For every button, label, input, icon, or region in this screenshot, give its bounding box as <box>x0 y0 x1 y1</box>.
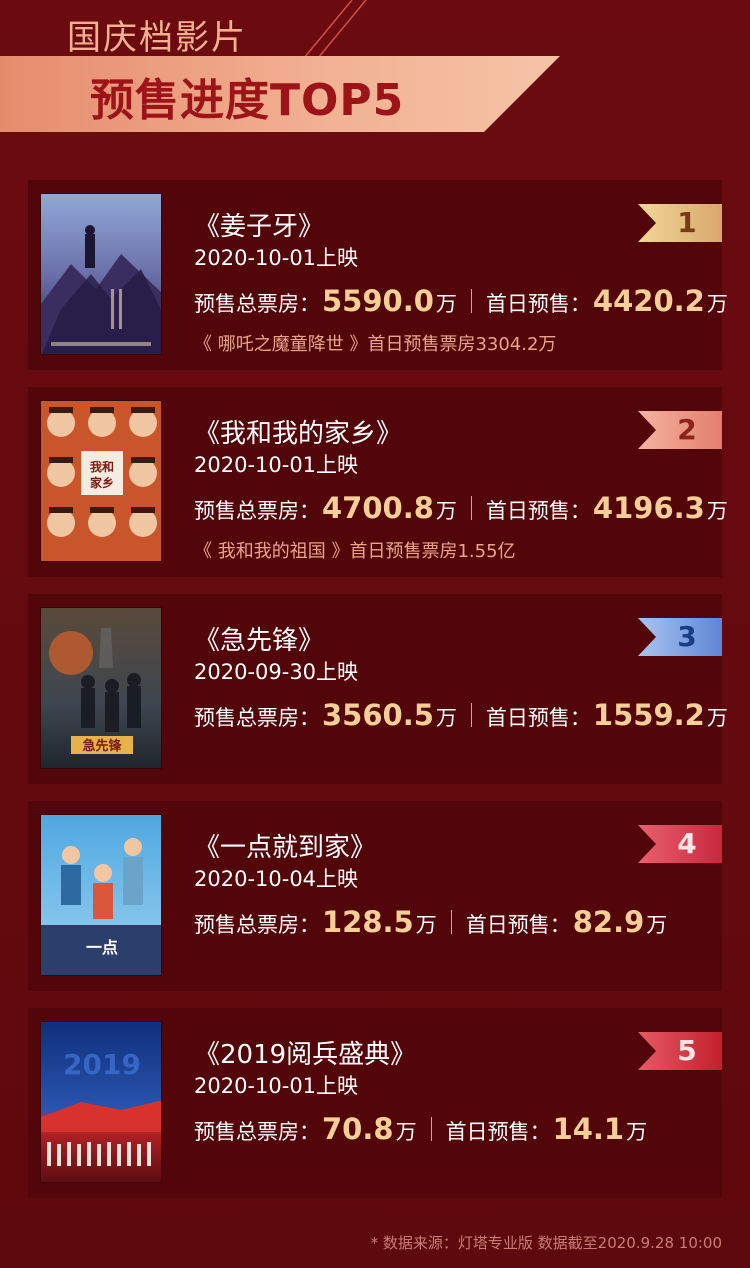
presale-label: 预售总票房 <box>194 706 299 730</box>
movie-title: 《姜子牙》 <box>194 212 325 242</box>
firstday-value: 1559.2 <box>592 698 705 732</box>
movie-poster: 一点 <box>40 814 162 976</box>
presale-unit: 万 <box>435 292 457 316</box>
firstday-label: 首日预售 <box>485 292 570 316</box>
release-date: 2020-10-01上映 <box>194 246 359 270</box>
header: 国庆档影片 <box>0 0 750 58</box>
decor-lines-icon <box>303 0 367 58</box>
presale-value: 5590.0 <box>322 284 434 318</box>
firstday-unit: 万 <box>706 706 728 730</box>
firstday-value: 4420.2 <box>592 284 705 318</box>
presale-stats: 预售总票房： 3560.5 万 首日预售： 1559.2 万 <box>194 698 728 732</box>
rank-badge: 5 <box>638 1032 722 1070</box>
firstday-unit: 万 <box>646 913 668 937</box>
movie-title: 《2019阅兵盛典》 <box>194 1040 417 1070</box>
firstday-label: 首日预售 <box>485 499 570 523</box>
movie-card[interactable]: 一点 《一点就到家》 2020-10-04上映 预售总票房： 128.5 万 首… <box>28 801 722 991</box>
presale-stats: 预售总票房： 70.8 万 首日预售： 14.1 万 <box>194 1112 648 1146</box>
svg-text:我和: 我和 <box>90 459 114 474</box>
presale-value: 70.8 <box>322 1112 394 1146</box>
firstday-label: 首日预售 <box>445 1120 530 1144</box>
movie-card[interactable]: 2019 《2019阅兵盛典》 2020-10-01上映 预售总票房： 70.8… <box>28 1008 722 1198</box>
data-source-footnote: * 数据来源：灯塔专业版 数据截至2020.9.28 10:00 <box>370 1234 722 1252</box>
movie-poster: 2019 <box>40 1021 162 1183</box>
firstday-unit: 万 <box>626 1120 648 1144</box>
movie-title: 《我和我的家乡》 <box>194 419 403 449</box>
presale-value: 128.5 <box>322 905 414 939</box>
movie-poster: 急先锋 <box>40 607 162 769</box>
firstday-value: 14.1 <box>552 1112 625 1146</box>
presale-label: 预售总票房 <box>194 913 299 937</box>
movie-card[interactable]: 我和 家乡 《我和我的家乡》 2020-10-01上映 预售总票房： 4700.… <box>28 387 728 577</box>
release-date: 2020-10-04上映 <box>194 867 359 891</box>
firstday-value: 4196.3 <box>592 491 705 525</box>
stats-divider <box>450 910 452 934</box>
svg-text:2019: 2019 <box>63 1048 141 1081</box>
stats-divider <box>430 1117 432 1141</box>
rank-badge: 3 <box>638 618 722 656</box>
svg-text:一点: 一点 <box>86 938 118 957</box>
presale-stats: 预售总票房： 4700.8 万 首日预售： 4196.3 万 <box>194 491 728 525</box>
release-date: 2020-09-30上映 <box>194 660 359 684</box>
header-tag: 国庆档影片 <box>67 18 247 58</box>
presale-stats: 预售总票房： 128.5 万 首日预售： 82.9 万 <box>194 905 668 939</box>
rank-badge: 1 <box>638 204 722 242</box>
rank-badge: 4 <box>638 825 722 863</box>
firstday-unit: 万 <box>706 499 728 523</box>
movie-card[interactable]: 《姜子牙》 2020-10-01上映 预售总票房： 5590.0 万 首日预售：… <box>28 180 728 370</box>
presale-label: 预售总票房 <box>194 1120 299 1144</box>
release-date: 2020-10-01上映 <box>194 1074 359 1098</box>
presale-unit: 万 <box>435 499 457 523</box>
presale-value: 4700.8 <box>322 491 434 525</box>
page-title: 预售进度TOP5 <box>90 75 405 126</box>
movie-card[interactable]: 急先锋 《急先锋》 2020-09-30上映 预售总票房： 3560.5 万 首… <box>28 594 728 784</box>
presale-unit: 万 <box>435 706 457 730</box>
compare-note: 《 我和我的祖国 》首日预售票房1.55亿 <box>194 541 516 562</box>
presale-value: 3560.5 <box>322 698 434 732</box>
page: 国庆档影片 预售进度TOP5 《姜子牙》 2020-10-01上映 预售总票房 … <box>0 0 750 1268</box>
firstday-label: 首日预售 <box>485 706 570 730</box>
presale-label: 预售总票房 <box>194 499 299 523</box>
presale-stats: 预售总票房： 5590.0 万 首日预售： 4420.2 万 <box>194 284 728 318</box>
stats-divider <box>470 289 472 313</box>
movie-title: 《一点就到家》 <box>194 833 377 863</box>
movie-title: 《急先锋》 <box>194 626 325 656</box>
release-date: 2020-10-01上映 <box>194 453 359 477</box>
presale-unit: 万 <box>415 913 437 937</box>
stats-divider <box>470 496 472 520</box>
presale-label: 预售总票房 <box>194 292 299 316</box>
stats-divider <box>470 703 472 727</box>
firstday-unit: 万 <box>706 292 728 316</box>
svg-text:急先锋: 急先锋 <box>82 738 122 754</box>
rank-badge: 2 <box>638 411 722 449</box>
movie-poster: 我和 家乡 <box>40 400 162 562</box>
svg-text:家乡: 家乡 <box>90 475 114 490</box>
firstday-value: 82.9 <box>572 905 645 939</box>
presale-unit: 万 <box>395 1120 417 1144</box>
firstday-label: 首日预售 <box>465 913 550 937</box>
movie-poster <box>40 193 162 355</box>
compare-note: 《 哪吒之魔童降世 》首日预售票房3304.2万 <box>194 334 557 355</box>
